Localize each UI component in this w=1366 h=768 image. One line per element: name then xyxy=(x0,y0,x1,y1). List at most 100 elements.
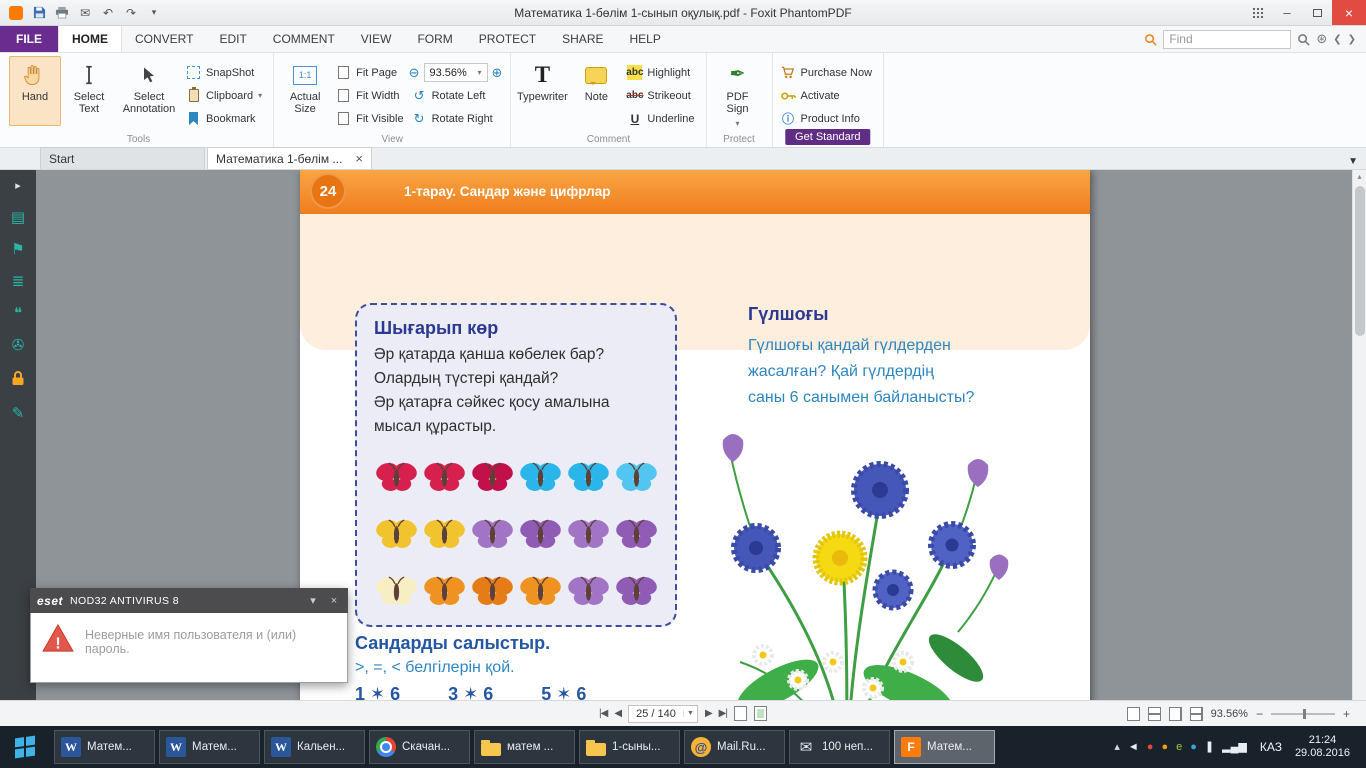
ribbon-tab[interactable]: CONVERT xyxy=(122,26,206,52)
ribbon-tab[interactable]: COMMENT xyxy=(260,26,348,52)
continuous-layout-icon[interactable] xyxy=(1148,707,1161,721)
email-icon[interactable] xyxy=(75,3,95,23)
network-icon[interactable]: ▂▄▆ xyxy=(1222,742,1247,753)
fit-visible-button[interactable]: Fit Visible xyxy=(333,109,406,128)
find-input[interactable] xyxy=(1163,30,1291,49)
print-icon[interactable] xyxy=(52,3,72,23)
taskbar-item[interactable]: W Матем... xyxy=(159,730,260,764)
clock[interactable]: 21:24 29.08.2016 xyxy=(1295,734,1358,760)
maximize-button[interactable] xyxy=(1302,0,1332,25)
update-icon[interactable]: ● xyxy=(1161,742,1168,753)
bluetooth-icon[interactable]: ● xyxy=(1190,742,1197,753)
zoom-in-button[interactable]: + xyxy=(1343,707,1350,721)
fit-width-button[interactable]: Fit Width xyxy=(333,86,406,105)
warning-icon[interactable]: ● xyxy=(1147,742,1154,753)
security-icon[interactable] xyxy=(7,370,29,390)
taskbar-item[interactable]: матем ... xyxy=(474,730,575,764)
rotate-left-button[interactable]: Rotate Left xyxy=(409,86,503,105)
ui-layout-icon[interactable] xyxy=(1242,0,1272,25)
comments-icon[interactable]: ❝ xyxy=(7,306,29,322)
close-tab-icon[interactable]: × xyxy=(355,151,363,166)
activate-button[interactable]: Activate xyxy=(778,86,876,105)
hidden-icons-arrow[interactable]: ▴ xyxy=(1114,742,1120,753)
single-page-layout-icon[interactable] xyxy=(1127,707,1140,721)
facing-layout-icon[interactable] xyxy=(1169,707,1182,721)
taskbar-item[interactable]: 1-сыны... xyxy=(579,730,680,764)
clipboard-button[interactable]: Clipboard ▾ xyxy=(183,86,265,105)
previous-result-icon[interactable] xyxy=(1333,34,1341,45)
taskbar-item[interactable]: F Матем... xyxy=(894,730,995,764)
highlight-button[interactable]: Highlight xyxy=(624,63,697,82)
rotate-right-button[interactable]: Rotate Right xyxy=(409,109,503,128)
bookmark-button[interactable]: Bookmark xyxy=(183,109,265,128)
ribbon-tab[interactable]: SHARE xyxy=(549,26,616,52)
next-page-icon[interactable] xyxy=(705,708,712,719)
redo-icon[interactable] xyxy=(121,3,141,23)
layers-icon[interactable]: ≣ xyxy=(7,274,29,290)
customize-toolbar-icon[interactable] xyxy=(144,3,164,23)
ribbon-tab[interactable]: EDIT xyxy=(206,26,259,52)
attachments-icon[interactable]: ✇ xyxy=(7,338,29,354)
vertical-scrollbar[interactable] xyxy=(1352,170,1366,700)
antivirus-popup-header[interactable]: eset NOD32 ANTIVIRUS 8 ▾ × xyxy=(30,588,348,613)
taskbar-item[interactable]: W Матем... xyxy=(54,730,155,764)
taskbar-item[interactable]: @ Mail.Ru... xyxy=(684,730,785,764)
purchase-now-button[interactable]: Purchase Now xyxy=(778,63,876,82)
fit-view-icon[interactable] xyxy=(754,706,767,721)
actual-size-button[interactable]: Actual Size xyxy=(279,56,331,126)
single-page-view-icon[interactable] xyxy=(734,706,747,721)
ribbon-tab[interactable]: HELP xyxy=(616,26,673,52)
taskbar-item[interactable]: ✉ 100 неп... xyxy=(789,730,890,764)
page-dropdown-icon[interactable]: ▼ xyxy=(683,710,697,717)
continuous-facing-layout-icon[interactable] xyxy=(1190,707,1203,721)
zoom-out-button[interactable]: − xyxy=(1256,707,1263,721)
tab-list-dropdown-icon[interactable]: ▼ xyxy=(1340,156,1366,169)
product-info-button[interactable]: Product Info xyxy=(778,109,876,128)
next-result-icon[interactable] xyxy=(1348,34,1356,45)
ribbon-tab[interactable]: FORM xyxy=(404,26,465,52)
last-page-icon[interactable] xyxy=(719,708,727,719)
search-button[interactable] xyxy=(1297,33,1310,46)
ribbon-tab[interactable]: VIEW xyxy=(348,26,405,52)
previous-page-icon[interactable] xyxy=(614,708,621,719)
bookmarks-icon[interactable]: ⚑ xyxy=(7,242,29,258)
zoom-out-icon[interactable] xyxy=(409,65,420,81)
taskbar-item[interactable]: Скачан... xyxy=(369,730,470,764)
ribbon-tab[interactable]: HOME xyxy=(58,26,122,52)
ribbon-tab[interactable]: FILE xyxy=(0,26,58,52)
page-number-input[interactable] xyxy=(629,708,683,720)
power-icon[interactable]: ❚ xyxy=(1205,742,1214,753)
thumbnails-icon[interactable]: ▤ xyxy=(7,210,29,226)
zoom-dropdown[interactable]: 93.56% ▾ xyxy=(424,63,488,82)
snapshot-button[interactable]: SnapShot xyxy=(183,63,265,82)
fit-page-button[interactable]: Fit Page xyxy=(333,63,406,82)
language-indicator[interactable]: КАЗ xyxy=(1260,740,1282,754)
popup-minimize-icon[interactable]: ▾ xyxy=(306,594,320,607)
settings-gear-icon[interactable] xyxy=(1316,31,1327,47)
zoom-in-icon[interactable] xyxy=(492,65,503,81)
volume-icon[interactable]: ◄ xyxy=(1128,742,1139,753)
start-button[interactable] xyxy=(0,726,50,768)
strikeout-button[interactable]: Strikeout xyxy=(624,86,697,105)
taskbar-item[interactable]: W Кальен... xyxy=(264,730,365,764)
antivirus-icon[interactable]: e xyxy=(1176,742,1182,753)
underline-button[interactable]: Underline xyxy=(624,109,697,128)
popup-close-icon[interactable]: × xyxy=(327,595,341,607)
document-tab[interactable]: Математика 1-бөлім ... × xyxy=(207,147,372,169)
save-icon[interactable] xyxy=(29,3,49,23)
expand-panel-icon[interactable]: ▸ xyxy=(7,178,29,194)
typewriter-button[interactable]: Typewriter xyxy=(516,56,568,126)
close-button[interactable]: × xyxy=(1332,0,1366,25)
undo-icon[interactable] xyxy=(98,3,118,23)
zoom-slider[interactable] xyxy=(1271,713,1335,715)
document-tab[interactable]: Start xyxy=(40,147,205,169)
minimize-button[interactable]: – xyxy=(1272,0,1302,25)
select-text-button[interactable]: Select Text xyxy=(63,56,115,126)
ribbon-tab[interactable]: PROTECT xyxy=(466,26,549,52)
hand-tool-button[interactable]: Hand xyxy=(9,56,61,126)
scrollbar-thumb[interactable] xyxy=(1355,186,1365,336)
scroll-up-icon[interactable] xyxy=(1353,170,1366,184)
get-standard-button[interactable]: Get Standard xyxy=(785,129,870,145)
select-annotation-button[interactable]: Select Annotation xyxy=(117,56,181,126)
first-page-icon[interactable] xyxy=(599,708,607,719)
